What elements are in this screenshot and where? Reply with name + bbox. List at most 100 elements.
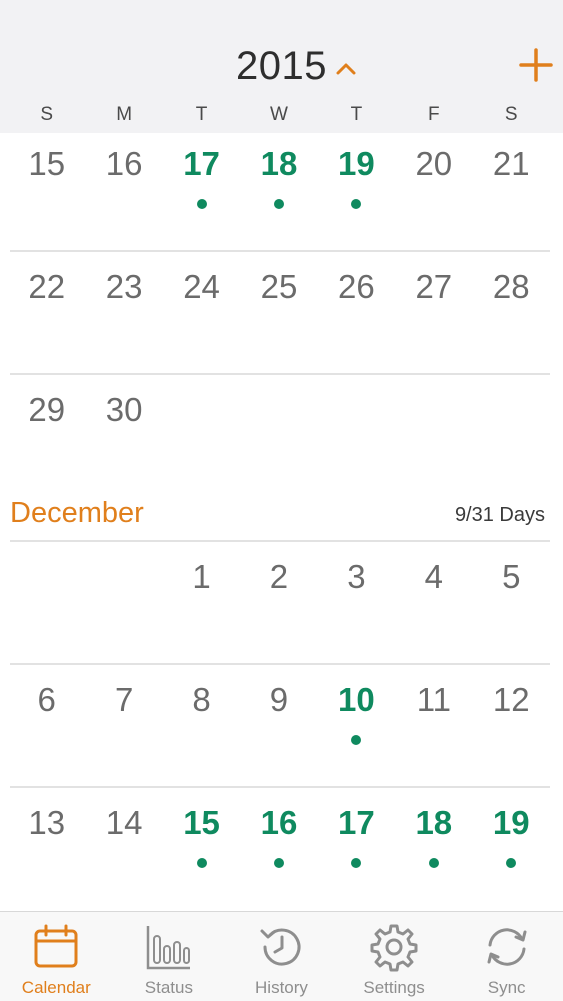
tab-label: Settings bbox=[363, 978, 425, 997]
entry-dot-icon bbox=[196, 199, 207, 209]
day-cell[interactable]: 3 bbox=[318, 546, 395, 666]
day-number: 28 bbox=[492, 268, 530, 305]
week-divider bbox=[10, 373, 550, 375]
month-divider bbox=[10, 540, 550, 542]
week-row: 29 30 bbox=[8, 379, 550, 499]
tab-sync[interactable]: Sync bbox=[450, 912, 563, 1001]
day-number: 17 bbox=[338, 804, 375, 841]
day-number: 26 bbox=[338, 268, 375, 305]
day-number: 20 bbox=[415, 145, 453, 182]
day-cell[interactable]: 21 bbox=[473, 133, 550, 253]
day-cell[interactable]: 30 bbox=[85, 379, 162, 499]
calendar-icon bbox=[34, 924, 78, 968]
day-cell[interactable]: 12 bbox=[473, 669, 550, 789]
entry-dot-icon bbox=[428, 858, 439, 868]
day-number: 14 bbox=[105, 804, 143, 841]
empty-day-cell bbox=[473, 379, 550, 499]
day-number: 22 bbox=[28, 268, 66, 305]
day-cell[interactable]: 29 bbox=[8, 379, 85, 499]
day-cell[interactable]: 8 bbox=[163, 669, 240, 789]
day-cell[interactable]: 14 bbox=[85, 792, 162, 912]
gear-icon bbox=[370, 924, 418, 972]
day-cell[interactable]: 1 bbox=[163, 546, 240, 666]
day-number: 7 bbox=[114, 681, 134, 718]
day-cell[interactable]: 23 bbox=[85, 256, 162, 376]
day-number: 17 bbox=[183, 145, 220, 182]
day-cell[interactable]: 26 bbox=[318, 256, 395, 376]
day-number: 1 bbox=[192, 558, 211, 595]
day-number: 24 bbox=[183, 268, 220, 305]
day-cell[interactable]: 16 bbox=[85, 133, 162, 253]
weekday-label: M bbox=[116, 104, 133, 125]
entry-dot-icon bbox=[273, 858, 284, 868]
weekday-label: W bbox=[270, 104, 288, 125]
week-row: 13 14 15 16 17 18 19 bbox=[8, 792, 550, 912]
day-cell[interactable]: 15 bbox=[163, 792, 240, 912]
day-cell[interactable]: 15 bbox=[8, 133, 85, 253]
year-selector[interactable]: 2015 bbox=[0, 44, 563, 89]
empty-day-cell bbox=[395, 379, 472, 499]
day-cell[interactable]: 25 bbox=[240, 256, 317, 376]
tab-label: Calendar bbox=[21, 978, 91, 997]
entry-dot-icon bbox=[273, 199, 284, 209]
week-row: 22 23 24 25 26 27 28 bbox=[8, 256, 550, 376]
day-cell[interactable]: 2 bbox=[240, 546, 317, 666]
day-number: 15 bbox=[28, 145, 66, 182]
day-cell[interactable]: 11 bbox=[395, 669, 472, 789]
year-label: 2015 bbox=[236, 44, 327, 88]
weekday-label: T bbox=[350, 104, 363, 125]
entry-dot-icon bbox=[351, 735, 362, 745]
day-number: 12 bbox=[492, 681, 530, 718]
day-cell[interactable]: 10 bbox=[318, 669, 395, 789]
day-cell[interactable]: 16 bbox=[240, 792, 317, 912]
week-divider bbox=[10, 250, 550, 252]
calendar-header: 2015 S M T W T F S bbox=[0, 0, 563, 133]
day-number: 10 bbox=[338, 681, 375, 718]
day-number: 18 bbox=[260, 145, 298, 182]
day-cell[interactable]: 18 bbox=[240, 133, 317, 253]
day-cell[interactable]: 22 bbox=[8, 256, 85, 376]
empty-day-cell bbox=[240, 379, 317, 499]
day-number: 8 bbox=[192, 681, 211, 718]
day-number: 23 bbox=[105, 268, 143, 305]
day-cell[interactable]: 7 bbox=[85, 669, 162, 789]
day-number: 19 bbox=[338, 145, 375, 182]
day-number: 18 bbox=[415, 804, 453, 841]
day-number: 9 bbox=[269, 681, 289, 718]
day-cell[interactable]: 4 bbox=[395, 546, 472, 666]
day-cell[interactable]: 19 bbox=[473, 792, 550, 912]
day-cell[interactable]: 28 bbox=[473, 256, 550, 376]
week-row: 1 2 3 4 5 bbox=[8, 546, 550, 666]
bar-chart-icon bbox=[146, 926, 190, 970]
tab-status[interactable]: Status bbox=[113, 912, 226, 1001]
tab-history[interactable]: History bbox=[225, 912, 338, 1001]
tab-label: Status bbox=[144, 978, 193, 997]
tab-settings[interactable]: Settings bbox=[338, 912, 451, 1001]
day-cell[interactable]: 19 bbox=[318, 133, 395, 253]
day-number: 13 bbox=[28, 804, 66, 841]
empty-day-cell bbox=[318, 379, 395, 499]
empty-day-cell bbox=[8, 546, 85, 666]
day-cell[interactable]: 13 bbox=[8, 792, 85, 912]
entry-dot-icon bbox=[506, 858, 517, 868]
day-cell[interactable]: 17 bbox=[318, 792, 395, 912]
day-number: 4 bbox=[424, 558, 443, 595]
day-cell[interactable]: 17 bbox=[163, 133, 240, 253]
day-number: 27 bbox=[415, 268, 453, 305]
tab-calendar[interactable]: Calendar bbox=[0, 912, 113, 1001]
day-cell[interactable]: 9 bbox=[240, 669, 317, 789]
tab-bar: Calendar Status History Settings Sync bbox=[0, 911, 563, 1001]
day-cell[interactable]: 6 bbox=[8, 669, 85, 789]
week-divider bbox=[10, 663, 550, 665]
empty-day-cell bbox=[163, 379, 240, 499]
chevron-up-icon[interactable] bbox=[335, 60, 357, 76]
day-cell[interactable]: 20 bbox=[395, 133, 472, 253]
add-icon[interactable] bbox=[519, 48, 553, 82]
day-number: 25 bbox=[260, 268, 298, 305]
weekday-label: S bbox=[40, 104, 54, 125]
day-cell[interactable]: 24 bbox=[163, 256, 240, 376]
day-cell[interactable]: 18 bbox=[395, 792, 472, 912]
week-row: 6 7 8 9 10 11 12 bbox=[8, 669, 550, 789]
day-cell[interactable]: 27 bbox=[395, 256, 472, 376]
day-cell[interactable]: 5 bbox=[473, 546, 550, 666]
